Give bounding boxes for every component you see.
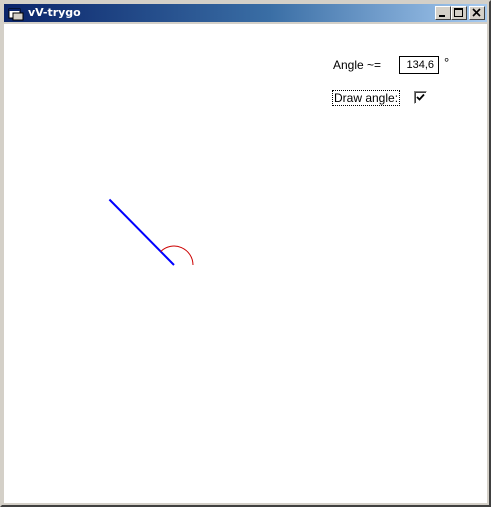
draw-angle-checkbox[interactable] xyxy=(414,91,427,104)
angle-value-box: 134,6 xyxy=(399,56,439,74)
window-title: vV-trygo xyxy=(28,6,81,19)
checkmark-icon xyxy=(416,93,425,101)
minimize-button[interactable] xyxy=(435,6,451,20)
app-window: vV-trygo Angle ~= 134,6 ° Draw angle: xyxy=(0,0,491,507)
draw-angle-label[interactable]: Draw angle: xyxy=(332,90,401,106)
close-icon xyxy=(472,8,481,17)
angle-label: Angle ~= xyxy=(333,58,382,72)
drawing-area[interactable]: Angle ~= 134,6 ° Draw angle: xyxy=(4,24,487,503)
minimize-icon xyxy=(439,15,445,17)
title-bar[interactable]: vV-trygo xyxy=(4,4,487,22)
close-button[interactable] xyxy=(469,6,485,20)
maximize-icon xyxy=(454,8,463,17)
app-icon[interactable] xyxy=(8,6,24,21)
degree-symbol: ° xyxy=(444,55,450,70)
angle-ray-line xyxy=(108,198,175,266)
maximize-button[interactable] xyxy=(451,6,467,20)
